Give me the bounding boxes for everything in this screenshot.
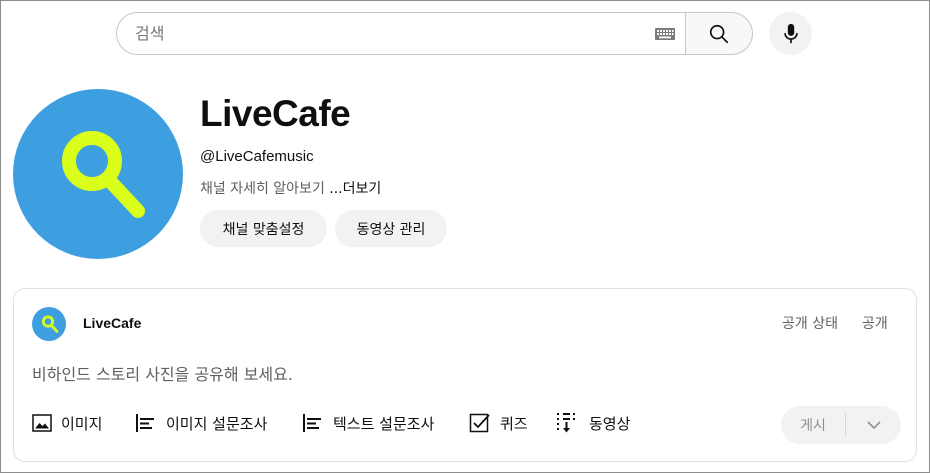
- chevron-down-icon: [866, 421, 881, 430]
- voice-search-button[interactable]: [769, 12, 812, 55]
- checkbox-icon: [469, 413, 490, 433]
- add-quiz-button[interactable]: 퀴즈: [469, 411, 528, 435]
- composer-avatar: [32, 307, 66, 341]
- search-button[interactable]: [685, 12, 753, 55]
- add-image-button[interactable]: 이미지: [32, 411, 102, 435]
- channel-title: LiveCafe: [200, 93, 351, 134]
- search-icon: [709, 24, 729, 43]
- mic-icon: [783, 23, 798, 43]
- post-button[interactable]: 게시: [781, 415, 845, 435]
- keyboard-icon[interactable]: [655, 28, 675, 40]
- image-label: 이미지: [61, 414, 103, 433]
- channel-handle: @LiveCafemusic: [200, 148, 314, 165]
- visibility-label: 공개 상태: [782, 316, 838, 332]
- customize-channel-button[interactable]: 채널 맞춤설정: [200, 210, 327, 247]
- video-label: 동영상: [589, 414, 631, 433]
- text-poll-label: 텍스트 설문조사: [333, 414, 435, 433]
- search-box[interactable]: [116, 12, 686, 55]
- channel-description-text: 채널 자세히 알아보기: [200, 181, 325, 197]
- post-composer: LiveCafe 공개 상태 공개 비하인드 스토리 사진을 공유해 보세요. …: [13, 288, 917, 462]
- add-video-button[interactable]: 동영상: [556, 411, 630, 435]
- poll-icon: [303, 414, 321, 432]
- video-icon: [557, 413, 575, 433]
- image-poll-label: 이미지 설문조사: [166, 414, 268, 433]
- post-button-group: 게시: [781, 406, 901, 444]
- manage-videos-button[interactable]: 동영상 관리: [335, 210, 447, 247]
- add-image-poll-button[interactable]: 이미지 설문조사: [135, 411, 267, 435]
- add-text-poll-button[interactable]: 텍스트 설문조사: [302, 411, 434, 435]
- poll-icon: [136, 414, 154, 432]
- image-icon: [32, 414, 52, 432]
- search-input[interactable]: [135, 13, 635, 54]
- post-input[interactable]: 비하인드 스토리 사진을 공유해 보세요.: [32, 361, 293, 385]
- more-link[interactable]: ...더보기: [329, 181, 381, 197]
- post-options-button[interactable]: [846, 420, 901, 430]
- quiz-label: 퀴즈: [500, 414, 528, 433]
- channel-avatar[interactable]: [13, 89, 183, 259]
- channel-description[interactable]: 채널 자세히 알아보기 ...더보기: [200, 178, 381, 198]
- visibility-value[interactable]: 공개: [862, 313, 888, 333]
- composer-author: LiveCafe: [83, 315, 142, 331]
